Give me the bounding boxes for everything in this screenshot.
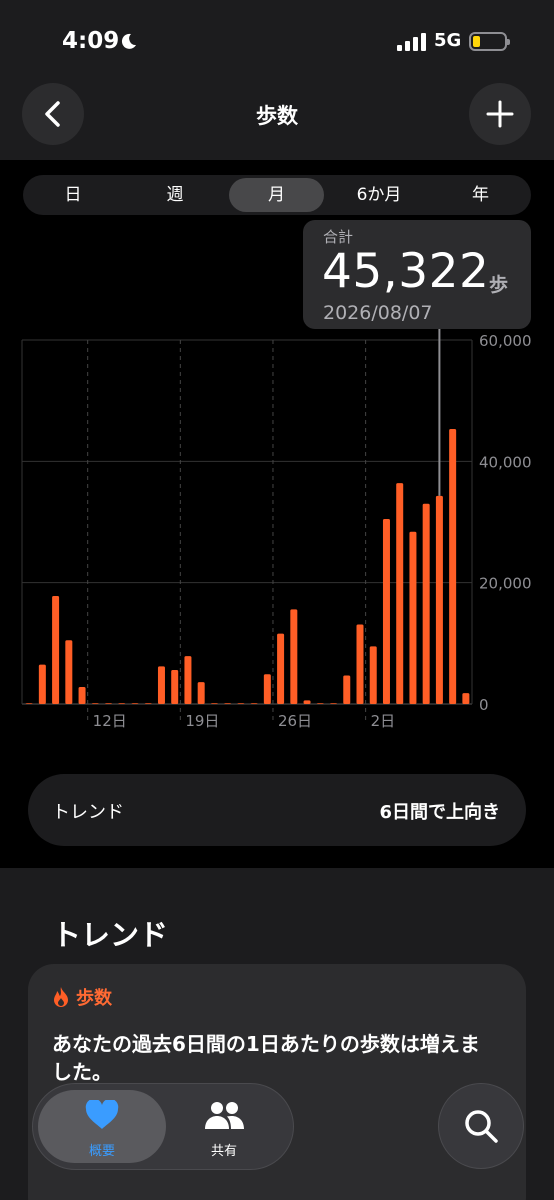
card-title: 歩数: [76, 988, 112, 1009]
moon-icon: [121, 33, 136, 49]
heart-icon: [85, 1100, 119, 1129]
bar: [144, 703, 152, 704]
bar: [210, 703, 218, 704]
bar: [184, 656, 192, 704]
bar: [330, 703, 338, 704]
bar: [197, 682, 205, 704]
x-tick-label: 26日: [278, 712, 312, 730]
x-tick-label: 12日: [93, 712, 127, 730]
tooltip-unit: 歩: [489, 274, 509, 296]
bar: [52, 596, 60, 704]
bar: [290, 609, 298, 704]
bar: [105, 703, 113, 704]
bar: [78, 687, 86, 704]
tab-bar: 概要 共有: [32, 1083, 294, 1170]
bar: [131, 703, 139, 704]
bar: [396, 483, 404, 704]
bar: [303, 700, 311, 704]
selection-tooltip: 合計 45,322 歩 2026/08/07: [303, 220, 531, 329]
trend-label: トレンド: [52, 802, 124, 823]
signal-icon: [397, 33, 426, 51]
bar: [422, 503, 430, 704]
bar: [343, 675, 351, 704]
segment-six-months[interactable]: 6か月: [330, 178, 428, 212]
segment-week[interactable]: 週: [127, 178, 223, 212]
tab-sharing-label: 共有: [210, 1144, 237, 1159]
segment-month[interactable]: 月: [229, 178, 324, 212]
y-tick-label: 60,000: [479, 332, 532, 350]
bar: [277, 633, 285, 704]
bar: [38, 664, 46, 704]
bar: [157, 666, 165, 704]
bar: [409, 531, 417, 704]
bar: [91, 703, 99, 704]
segment-day[interactable]: 日: [26, 178, 120, 212]
trend-value: 6日間で上向き: [379, 802, 500, 823]
bar: [263, 674, 271, 704]
tooltip-date: 2026/08/07: [323, 302, 433, 324]
bar: [25, 703, 33, 704]
plus-icon: [486, 100, 514, 128]
bar: [65, 640, 73, 704]
bar: [382, 518, 390, 704]
tooltip-value: 45,322: [322, 244, 490, 299]
bar: [171, 670, 179, 704]
card-body-text: あなたの過去6日間の1日あたりの歩数は増えました。: [52, 1032, 480, 1084]
bar: [369, 646, 377, 704]
search-icon: [465, 1110, 498, 1143]
bar: [462, 693, 470, 704]
period-segmented-control: 日 週 月 6か月 年: [23, 175, 531, 215]
people-icon: [205, 1102, 244, 1129]
section-title: トレンド: [52, 918, 169, 952]
y-tick-label: 40,000: [479, 453, 532, 471]
x-tick-label: 2日: [371, 712, 396, 730]
tab-summary-label: 概要: [88, 1144, 115, 1159]
tab-sharing[interactable]: 共有: [160, 1090, 288, 1163]
trend-summary-row[interactable]: トレンド 6日間で上向き: [28, 774, 526, 846]
header-background: [0, 0, 554, 160]
card-header: 歩数: [52, 984, 112, 1010]
bar: [316, 703, 324, 704]
battery-icon: [469, 32, 510, 51]
status-time: 4:09: [62, 28, 120, 54]
x-tick-label: 19日: [185, 712, 219, 730]
bar: [356, 624, 364, 704]
segment-year[interactable]: 年: [433, 178, 528, 212]
add-button[interactable]: [469, 83, 531, 145]
bar: [435, 495, 443, 704]
search-button[interactable]: [438, 1083, 524, 1169]
y-tick-label: 20,000: [479, 575, 532, 593]
steps-chart[interactable]: 12日 19日 26日 2日 60,000 40,000 20,000 0: [0, 328, 554, 738]
bar: [237, 703, 245, 704]
tab-summary[interactable]: 概要: [38, 1090, 166, 1163]
flame-icon: [54, 987, 68, 1007]
bar: [224, 703, 232, 704]
network-label: 5G: [434, 30, 462, 51]
bar: [250, 703, 258, 704]
y-tick-label: 0: [479, 696, 489, 714]
bar: [118, 703, 126, 704]
bar: [449, 429, 457, 704]
